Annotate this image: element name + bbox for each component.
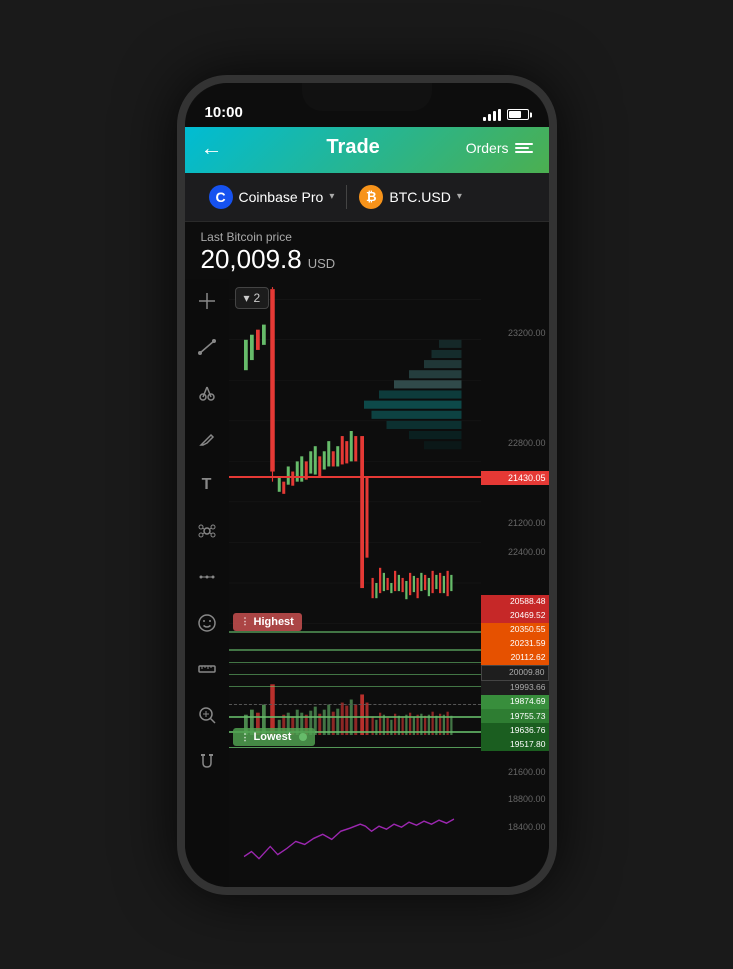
lowest-band-line-3 xyxy=(229,747,481,749)
status-time: 10:00 xyxy=(205,104,243,121)
cp-20009: 20009.80 xyxy=(481,665,549,681)
cp-20112: 20112.62 xyxy=(481,651,549,665)
btc-logo: ₿ xyxy=(359,185,383,209)
current-price-label: 21430.05 xyxy=(481,471,549,485)
orders-line-1 xyxy=(515,143,533,145)
price-currency: USD xyxy=(308,256,335,271)
cp-20469: 20469.52 xyxy=(481,609,549,623)
signal-bars-icon xyxy=(483,109,501,121)
coinbase-logo: C xyxy=(209,185,233,209)
price-18800: 18800.00 xyxy=(481,794,549,804)
status-icons xyxy=(483,109,529,121)
back-button[interactable]: ← xyxy=(201,135,241,161)
battery-icon xyxy=(507,109,529,120)
signal-bar-3 xyxy=(493,111,496,121)
price-line-red xyxy=(229,476,481,478)
cp-19874: 19874.69 xyxy=(481,695,549,709)
cp-19517: 19517.80 xyxy=(481,737,549,751)
colored-price-labels: 20588.48 20469.52 20350.55 20231.59 2011… xyxy=(481,595,549,752)
pair-selector[interactable]: ₿ BTC.USD ▾ xyxy=(347,181,473,213)
band-line-2 xyxy=(229,649,481,651)
emoji-tool[interactable] xyxy=(193,609,221,637)
cp-20231: 20231.59 xyxy=(481,637,549,651)
orders-line-2 xyxy=(515,147,529,149)
orders-label: Orders xyxy=(466,140,509,156)
cp-20350: 20350.55 xyxy=(481,623,549,637)
indicator-chip[interactable]: ▾ 2 xyxy=(235,287,270,309)
price-22400: 22400.00 xyxy=(481,547,549,557)
exchange-dropdown-arrow: ▾ xyxy=(329,191,334,202)
current-price-line xyxy=(229,704,481,705)
dots-tool[interactable] xyxy=(193,563,221,591)
price-21600: 21600.00 xyxy=(481,767,549,777)
crosshair-tool[interactable] xyxy=(193,287,221,315)
cp-19993: 19993.66 xyxy=(481,681,549,695)
lowest-label-text: Lowest xyxy=(254,731,292,743)
pen-tool[interactable] xyxy=(193,425,221,453)
notch xyxy=(302,83,432,111)
band-line-5 xyxy=(229,686,481,688)
price-23200: 23200.00 xyxy=(481,328,549,338)
band-line-3 xyxy=(229,662,481,664)
text-tool[interactable]: T xyxy=(193,471,221,499)
cp-19636: 19636.76 xyxy=(481,723,549,737)
lower-price-scale: 18800.00 18400.00 xyxy=(481,794,549,832)
pair-name: BTC.USD xyxy=(389,189,450,205)
page-title: Trade xyxy=(326,136,379,159)
signal-bar-1 xyxy=(483,117,486,121)
phone-inner: 10:00 ← Trade Orders xyxy=(185,83,549,887)
network-tool[interactable] xyxy=(193,517,221,545)
indicator-arrow: ▾ xyxy=(244,291,250,305)
battery-fill xyxy=(509,111,522,118)
ruler-tool[interactable] xyxy=(193,655,221,683)
highest-label-text: Highest xyxy=(254,616,294,628)
highest-band-label[interactable]: ⋮ Highest xyxy=(233,613,302,631)
magnet-tool[interactable] xyxy=(193,747,221,775)
price-chart[interactable] xyxy=(229,279,481,887)
band-line-4 xyxy=(229,674,481,676)
app-header: ← Trade Orders xyxy=(185,127,549,173)
orders-line-3 xyxy=(515,151,533,153)
cp-20588: 20588.48 xyxy=(481,595,549,609)
band-line-1 xyxy=(229,631,481,633)
lowest-band-line-1 xyxy=(229,716,481,718)
chart-tools: T xyxy=(185,279,229,887)
price-18400: 18400.00 xyxy=(481,822,549,832)
lowest-band-label[interactable]: ⋮ Lowest xyxy=(233,728,316,746)
signal-bar-2 xyxy=(488,114,491,121)
orders-button[interactable]: Orders xyxy=(466,140,533,156)
exchange-name: Coinbase Pro xyxy=(239,189,324,205)
pair-dropdown-arrow: ▾ xyxy=(457,191,462,202)
cp-19755: 19755.73 xyxy=(481,709,549,723)
price-label: Last Bitcoin price xyxy=(201,230,533,244)
scissors-tool[interactable] xyxy=(193,379,221,407)
phone-frame: 10:00 ← Trade Orders xyxy=(177,75,557,895)
line-tool[interactable] xyxy=(193,333,221,361)
price-header: Last Bitcoin price 20,009.8 USD xyxy=(185,222,549,279)
exchange-bar: C Coinbase Pro ▾ ₿ BTC.USD ▾ xyxy=(185,173,549,222)
price-21200-label: 21200.00 xyxy=(481,516,549,530)
indicator-number: 2 xyxy=(254,291,261,305)
signal-bar-4 xyxy=(498,109,501,121)
chart-container[interactable]: ▾ 2 xyxy=(185,279,549,887)
price-22800: 22800.00 xyxy=(481,438,549,448)
exchange-selector[interactable]: C Coinbase Pro ▾ xyxy=(197,181,347,213)
price-value-row: 20,009.8 USD xyxy=(201,244,533,275)
price-main: 20,009.8 xyxy=(201,244,302,275)
orders-menu-icon xyxy=(515,143,533,153)
zoom-tool[interactable] xyxy=(193,701,221,729)
